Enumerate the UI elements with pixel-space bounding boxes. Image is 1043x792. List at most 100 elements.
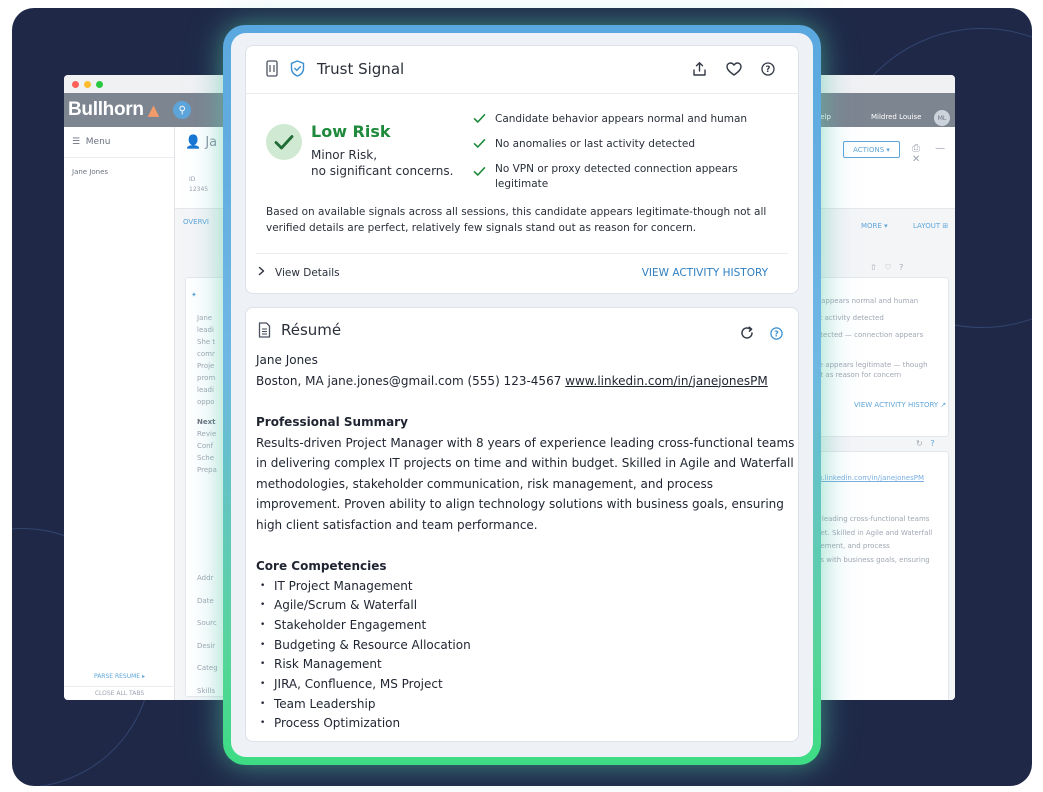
- trust-signal-title: Trust Signal: [317, 60, 405, 78]
- menu-button[interactable]: ☰ Menu: [64, 127, 174, 158]
- competencies-heading: Core Competencies: [256, 559, 387, 573]
- document-icon: [266, 60, 278, 81]
- right-fragment: te appears legitimate — though: [816, 361, 928, 369]
- close-window-dot[interactable]: [72, 80, 79, 88]
- menu-label: Menu: [85, 137, 111, 147]
- list-item: Budgeting & Resource Allocation: [256, 636, 796, 656]
- chevron-right-icon: [258, 266, 265, 279]
- risk-summary-line: Minor Risk,: [311, 148, 378, 162]
- view-details-toggle[interactable]: View Details: [258, 266, 340, 279]
- trust-signal-card: Trust Signal ? Low Risk Minor Risk, no s…: [245, 45, 799, 294]
- parse-resume-label: PARSE RESUME: [93, 673, 141, 680]
- record-name: 👤 Ja: [185, 135, 218, 150]
- tab-overview[interactable]: OVERVI: [183, 218, 209, 226]
- right-resume-icons: ↻ ?: [916, 439, 935, 448]
- divider: [256, 253, 788, 254]
- resume-help-icon[interactable]: ?: [767, 324, 785, 342]
- low-risk-check-icon: [266, 124, 302, 160]
- right-fragment: st activity detected: [816, 314, 884, 322]
- more-tabs-dropdown[interactable]: MORE ▾: [861, 222, 888, 230]
- competencies-list: IT Project Management Agile/Scrum & Wate…: [256, 577, 796, 735]
- check-text: No anomalies or last activity detected: [495, 138, 696, 150]
- svg-text:?: ?: [766, 65, 771, 75]
- minimize-window-dot[interactable]: [84, 80, 91, 88]
- right-history-link[interactable]: VIEW ACTIVITY HISTORY ↗: [854, 401, 946, 409]
- left-field: Date: [197, 596, 214, 605]
- bullhorn-logo: Bullhorn: [68, 99, 144, 120]
- app-sidebar: ☰ Menu Jane Jones PARSE RESUME ▸ CLOSE A…: [64, 127, 175, 700]
- zoom-window-dot[interactable]: [96, 80, 103, 88]
- list-item: Agile/Scrum & Waterfall: [256, 596, 796, 616]
- summary-heading: Professional Summary: [256, 415, 408, 429]
- left-fragment: Proje: [197, 362, 215, 370]
- check-icon: [473, 113, 486, 129]
- svg-text:?: ?: [774, 329, 779, 338]
- resume-contact: Boston, MA jane.jones@gmail.com (555) 12…: [256, 371, 796, 392]
- check-icon: [473, 166, 486, 182]
- left-fragment: Revie: [197, 430, 217, 438]
- left-next: Next: [197, 418, 216, 426]
- right-fragment: s leading cross-functional teams: [816, 515, 930, 523]
- record-window-controls[interactable]: ⎙ — ✕: [912, 143, 955, 165]
- actions-dropdown[interactable]: ACTIONS ▾: [843, 141, 900, 158]
- resume-title: Résumé: [281, 321, 342, 339]
- id-value: 12345: [189, 186, 209, 193]
- list-item: Team Leadership: [256, 695, 796, 715]
- record-name-text: Ja: [205, 135, 218, 150]
- layout-button[interactable]: LAYOUT ⊞: [913, 222, 948, 230]
- linkedin-link[interactable]: www.linkedin.com/in/janejonesPM: [565, 374, 768, 388]
- refresh-icon[interactable]: [738, 324, 756, 342]
- list-item: Process Optimization: [256, 714, 796, 734]
- check-text: Candidate behavior appears normal and hu…: [495, 113, 748, 125]
- left-field: Categ: [197, 664, 218, 672]
- right-fragment: gement, and process: [816, 542, 890, 550]
- user-name[interactable]: Mildred Louise: [871, 113, 921, 121]
- signal-check-list: Candidate behavior appears normal and hu…: [473, 112, 783, 202]
- check-icon: [473, 138, 486, 154]
- list-item: Stakeholder Engagement: [256, 616, 796, 636]
- left-field: Sourc: [197, 619, 217, 627]
- record-id: ID 12345: [189, 175, 208, 195]
- check-item: No VPN or proxy detected connection appe…: [473, 162, 763, 192]
- right-fragment: r appears normal and human: [816, 297, 919, 305]
- view-activity-history-link[interactable]: VIEW ACTIVITY HISTORY: [642, 267, 768, 279]
- parse-resume-link[interactable]: PARSE RESUME ▸: [64, 673, 175, 680]
- shield-check-icon: [290, 60, 305, 81]
- more-label: MORE: [861, 222, 882, 230]
- search-icon[interactable]: ⚲: [173, 101, 192, 119]
- left-field: Addr: [197, 574, 214, 582]
- right-card-icons: ⇧ ♡ ?: [870, 263, 904, 272]
- check-text: No VPN or proxy detected connection appe…: [495, 163, 738, 190]
- list-item: Risk Management: [256, 655, 796, 675]
- share-icon[interactable]: [690, 60, 708, 78]
- left-text-fragments: Jane leadi She t comr Proje prom leadi o…: [197, 312, 217, 476]
- sparkle-icon: ✦: [191, 291, 197, 299]
- left-fragment: oppo: [197, 398, 215, 406]
- contact-text: Boston, MA jane.jones@gmail.com (555) 12…: [256, 373, 562, 388]
- left-fragment: Sche: [197, 454, 215, 462]
- right-resume-card: [803, 451, 949, 700]
- right-linkedin-fragment[interactable]: in.linkedin.com/in/janejonesPM: [816, 474, 924, 482]
- resume-card: Résumé ? Jane Jones Boston, MA jane.jone…: [245, 307, 799, 742]
- view-details-label: View Details: [275, 266, 340, 279]
- summary-text: Results-driven Project Manager with 8 ye…: [256, 435, 795, 532]
- heart-icon[interactable]: [725, 60, 743, 78]
- left-fragment: Conf: [197, 442, 214, 450]
- avatar[interactable]: ML: [934, 110, 950, 126]
- list-item: IT Project Management: [256, 577, 796, 597]
- risk-summary: Minor Risk, no significant concerns.: [311, 147, 471, 179]
- trust-signal-header: Trust Signal ?: [246, 46, 798, 94]
- left-field-fragments: Addr Date Sourc Desir Categ Skills: [197, 567, 218, 700]
- resume-name: Jane Jones: [256, 353, 318, 367]
- right-fragment: ut as reason for concern: [816, 371, 902, 379]
- right-history-label: VIEW ACTIVITY HISTORY: [854, 401, 939, 409]
- left-fragment: comr: [197, 350, 215, 358]
- left-field: Skills: [197, 686, 215, 695]
- bull-logo-icon: ▲: [147, 101, 160, 119]
- help-icon[interactable]: ?: [759, 60, 777, 78]
- close-all-tabs-button[interactable]: CLOSE ALL TABS: [64, 686, 175, 700]
- left-fragment: Jane: [197, 314, 213, 322]
- sidebar-item-jane-jones[interactable]: Jane Jones: [64, 158, 174, 186]
- check-item: No anomalies or last activity detected: [473, 137, 783, 152]
- left-field: Desir: [197, 641, 216, 650]
